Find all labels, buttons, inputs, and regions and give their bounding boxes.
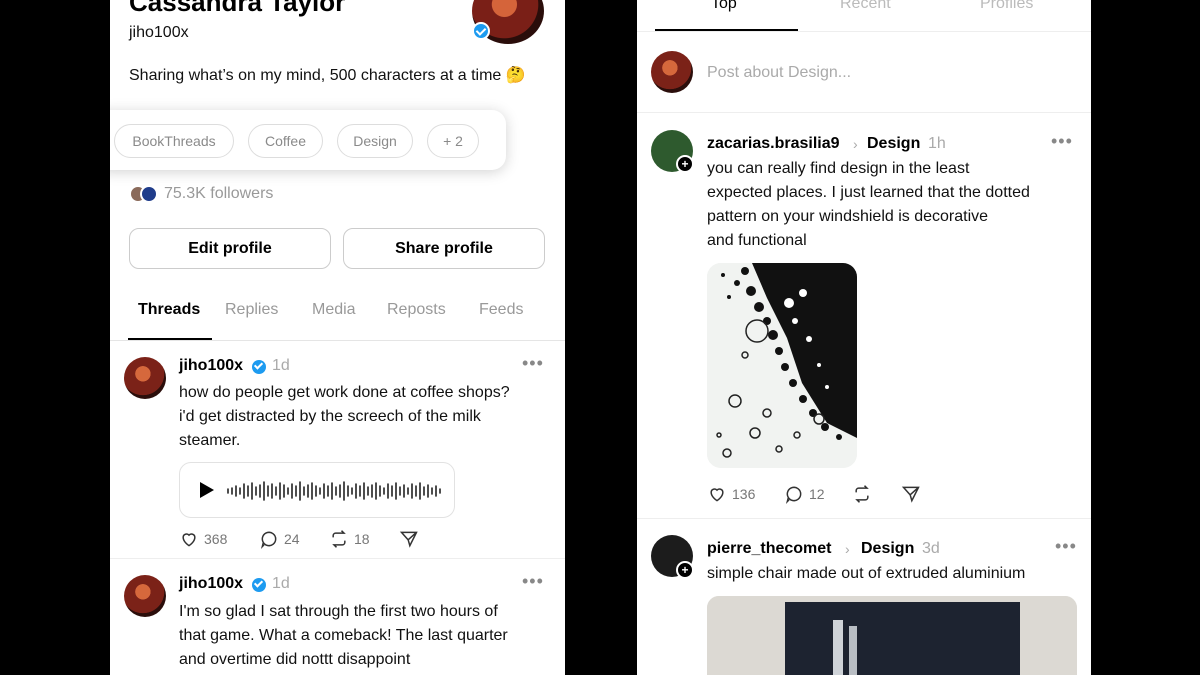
- post-author[interactable]: jiho100x: [179, 575, 243, 593]
- heart-icon: [710, 488, 724, 502]
- post-author[interactable]: zacarias.brasilia9: [707, 135, 840, 153]
- post-line: i'd get distracted by the screech of the…: [179, 408, 481, 425]
- play-icon[interactable]: [200, 482, 214, 498]
- share-profile-button[interactable]: Share profile: [343, 228, 545, 269]
- verified-badge-icon: [252, 578, 266, 592]
- profile-handle: jiho100x: [129, 24, 189, 41]
- post-line: you can really find design in the least: [707, 160, 970, 177]
- tab-top[interactable]: Top: [711, 0, 737, 13]
- chevron-right-icon: ›: [853, 136, 858, 152]
- post-line: simple chair made out of extruded alumin…: [707, 565, 1026, 582]
- profile-bio: Sharing what’s on my mind, 500 character…: [129, 67, 526, 84]
- audio-player[interactable]: [179, 462, 455, 518]
- post-time: 1h: [928, 135, 946, 152]
- more-options-icon[interactable]: •••: [1051, 131, 1073, 152]
- post-topic[interactable]: Design: [867, 135, 920, 153]
- reply-count: 24: [284, 531, 300, 547]
- aluminium-chair-photo: [707, 596, 1077, 675]
- profile-name: Cassandra Taylor: [129, 0, 346, 17]
- post-line: steamer.: [179, 432, 241, 449]
- tag-coffee[interactable]: Coffee: [248, 124, 323, 158]
- topic-feed-screen: Top Recent Profiles Post about Design...…: [637, 0, 1091, 675]
- tab-replies[interactable]: Replies: [225, 301, 278, 319]
- edit-profile-button[interactable]: Edit profile: [129, 228, 331, 269]
- tag-more[interactable]: + 2: [427, 124, 479, 158]
- post-time: 3d: [922, 540, 940, 557]
- tab-profiles[interactable]: Profiles: [980, 0, 1033, 13]
- like-count: 368: [204, 531, 228, 547]
- like-button[interactable]: 368: [179, 529, 227, 549]
- thread-post[interactable]: jiho100x 1d ••• I'm so glad I sat throug…: [110, 559, 565, 675]
- my-avatar: [651, 51, 693, 93]
- comment-icon: [785, 486, 802, 504]
- like-count: 136: [732, 486, 756, 502]
- reply-button[interactable]: 12: [784, 484, 825, 504]
- profile-tabs: Threads Replies Media Reposts Feeds: [110, 296, 565, 341]
- post-line: pattern on your windshield is decorative: [707, 208, 989, 225]
- more-options-icon[interactable]: •••: [522, 353, 544, 374]
- tab-reposts[interactable]: Reposts: [387, 301, 446, 319]
- post-line: expected places. I just learned that the…: [707, 184, 1030, 201]
- post-divider: [637, 518, 1091, 519]
- like-button[interactable]: 136: [707, 484, 755, 504]
- follow-plus-icon[interactable]: +: [676, 155, 694, 173]
- dotted-pattern-image: [707, 263, 857, 468]
- active-tab-indicator: [655, 29, 798, 31]
- compose-divider: [637, 112, 1091, 113]
- comment-icon: [260, 531, 277, 549]
- repost-count: 18: [354, 531, 370, 547]
- send-icon: [901, 486, 920, 503]
- tab-recent[interactable]: Recent: [840, 0, 891, 13]
- followers-count: 75.3K followers: [164, 185, 274, 202]
- post-line: that game. What a comeback! The last qua…: [179, 627, 508, 644]
- compose-input[interactable]: Post about Design...: [707, 64, 851, 82]
- post-line: and functional: [707, 232, 807, 249]
- post-line: I'm so glad I sat through the first two …: [179, 603, 498, 620]
- topic-tags-card: BookThreads Coffee Design + 2: [110, 110, 506, 170]
- follower-avatar: [140, 185, 158, 203]
- author-avatar[interactable]: [124, 357, 166, 399]
- send-icon: [399, 531, 418, 548]
- post-actions: 368 24 18: [179, 529, 439, 551]
- tab-media[interactable]: Media: [312, 301, 356, 319]
- repost-button[interactable]: [852, 484, 877, 504]
- repost-icon: [855, 485, 869, 503]
- verified-badge-icon: [472, 22, 490, 40]
- tab-threads[interactable]: Threads: [138, 301, 200, 319]
- post-author[interactable]: pierre_thecomet: [707, 540, 832, 558]
- profile-screen: Cassandra Taylor jiho100x Sharing what’s…: [110, 0, 565, 675]
- thread-post[interactable]: jiho100x 1d ••• how do people get work d…: [110, 341, 565, 559]
- more-options-icon[interactable]: •••: [522, 571, 544, 592]
- reply-count: 12: [809, 486, 825, 502]
- post-image-windshield-dots[interactable]: [707, 263, 857, 468]
- post-actions: 136 12: [707, 484, 937, 506]
- verified-badge-icon: [252, 360, 266, 374]
- tag-bookthreads[interactable]: BookThreads: [114, 124, 234, 158]
- repost-icon: [332, 530, 346, 548]
- post-time: 1d: [272, 357, 290, 374]
- post-image-chair[interactable]: [707, 596, 1077, 675]
- waveform-icon: [227, 481, 441, 501]
- follow-plus-icon[interactable]: +: [676, 561, 694, 579]
- post-author[interactable]: jiho100x: [179, 357, 243, 375]
- post-line: how do people get work done at coffee sh…: [179, 384, 510, 401]
- post-time: 1d: [272, 575, 290, 592]
- active-tab-indicator: [128, 338, 212, 340]
- author-avatar[interactable]: [124, 575, 166, 617]
- post-line: and overtime did nottt disappoint: [179, 651, 411, 668]
- followers-row[interactable]: 75.3K followers: [129, 183, 273, 205]
- post-topic[interactable]: Design: [861, 540, 914, 558]
- heart-icon: [182, 533, 196, 547]
- tabs-divider: [637, 31, 1091, 32]
- more-options-icon[interactable]: •••: [1055, 536, 1077, 557]
- screen: Cassandra Taylor jiho100x Sharing what’s…: [0, 0, 1200, 675]
- share-button[interactable]: [901, 484, 926, 504]
- reply-button[interactable]: 24: [259, 529, 300, 549]
- tag-design[interactable]: Design: [337, 124, 413, 158]
- repost-button[interactable]: 18: [329, 529, 370, 549]
- chevron-right-icon: ›: [845, 541, 850, 557]
- tab-feeds[interactable]: Feeds: [479, 301, 523, 319]
- share-button[interactable]: [399, 529, 424, 549]
